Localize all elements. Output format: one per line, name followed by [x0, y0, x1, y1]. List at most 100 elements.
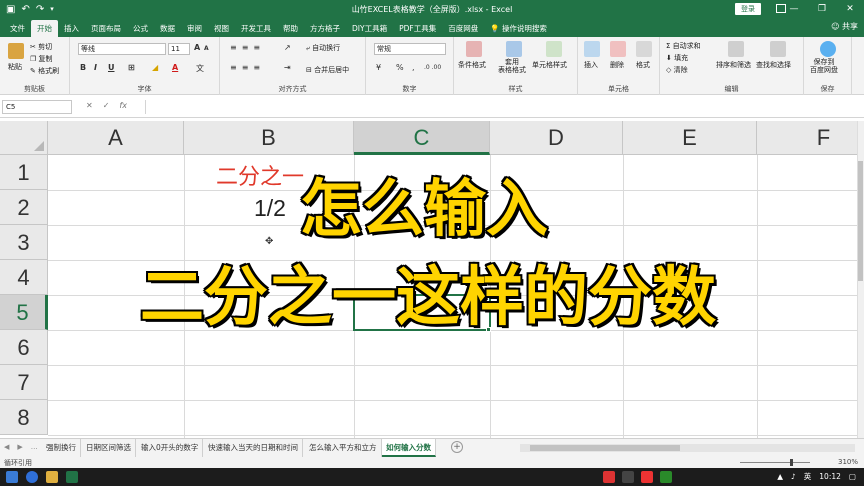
horizontal-scrollbar[interactable] [520, 444, 855, 452]
excel-taskbar-icon[interactable] [66, 471, 78, 483]
fill-button[interactable]: ⬇ 填充 [666, 53, 688, 63]
currency-icon[interactable]: ¥ [376, 63, 381, 72]
bold-button[interactable]: B [80, 63, 86, 72]
row-header-6[interactable]: 6 [0, 330, 48, 365]
border-icon[interactable]: ⊞ [128, 63, 135, 72]
phonetic-icon[interactable]: 文 [196, 63, 204, 74]
tray-app-icon[interactable] [660, 471, 672, 483]
horizontal-scroll-thumb[interactable] [530, 445, 680, 451]
autosum-button[interactable]: Σ 自动求和 [666, 41, 701, 51]
horizontal-align-icons[interactable]: ≡≡≡ [230, 63, 265, 72]
column-header-c[interactable]: C [354, 121, 490, 155]
font-color-button[interactable]: A [172, 63, 178, 72]
start-icon[interactable] [6, 471, 18, 483]
volume-icon[interactable]: ♪ [791, 472, 796, 481]
baidu-cloud-icon[interactable] [820, 41, 836, 57]
sheet-tab[interactable]: 强制换行 [42, 439, 81, 457]
clock[interactable]: 10:12 [819, 472, 841, 481]
copy-button[interactable]: ❐ 复制 [30, 54, 53, 64]
select-all-button[interactable] [0, 121, 48, 155]
paste-button[interactable]: 粘贴 [8, 62, 22, 72]
sheet-tab[interactable]: 日期区间筛选 [82, 439, 136, 457]
formula-input[interactable] [145, 100, 850, 114]
cell-b1[interactable]: 二分之一 [216, 159, 304, 191]
customize-qat-icon[interactable]: ▾ [50, 5, 54, 13]
sheet-tab[interactable]: 怎么输入平方和立方 [305, 439, 382, 457]
wrap-text-button[interactable]: ⤶ 自动换行 [306, 43, 340, 53]
add-sheet-button[interactable]: + [451, 441, 463, 453]
orientation-icon[interactable]: ↗ [284, 43, 291, 52]
more-sheets-icon[interactable]: … [31, 443, 38, 451]
conditional-format-button[interactable]: 条件格式 [458, 60, 486, 70]
comma-button[interactable]: , [412, 63, 415, 72]
tab-1[interactable]: 开始 [31, 20, 58, 37]
enter-icon[interactable]: ✓ [103, 101, 110, 110]
tab-8[interactable]: 开发工具 [235, 20, 277, 37]
row-header-2[interactable]: 2 [0, 190, 48, 225]
vertical-scrollbar[interactable] [857, 121, 864, 438]
insert-cells-button[interactable]: 插入 [584, 60, 598, 70]
delete-cells-button[interactable]: 删除 [610, 60, 624, 70]
column-header-e[interactable]: E [623, 121, 757, 155]
tab-9[interactable]: 帮助 [277, 20, 304, 37]
format-painter-button[interactable]: ✎ 格式刷 [30, 66, 59, 76]
fill-color-button[interactable]: ◢ [152, 63, 158, 72]
row-header-7[interactable]: 7 [0, 365, 48, 400]
merge-center-button[interactable]: ⊟ 合并后居中 [306, 65, 349, 75]
redo-icon[interactable]: ↷ [36, 4, 44, 15]
column-header-d[interactable]: D [490, 121, 623, 155]
restore-button[interactable]: ❐ [808, 0, 836, 18]
sort-filter-button[interactable]: 排序和筛选 [716, 60, 751, 70]
cut-button[interactable]: ✂ 剪切 [30, 42, 52, 52]
zoom-level[interactable]: 310% [838, 458, 858, 466]
zoom-slider[interactable] [740, 462, 810, 463]
format-cells-icon[interactable] [636, 41, 652, 57]
tray-app-icon[interactable] [641, 471, 653, 483]
conditional-format-icon[interactable] [466, 41, 482, 57]
clear-button[interactable]: ◇ 清除 [666, 65, 688, 75]
tray-app-icon[interactable] [622, 471, 634, 483]
folder-icon[interactable] [46, 471, 58, 483]
cancel-icon[interactable]: ✕ [86, 101, 93, 110]
notification-icon[interactable]: ▢ [849, 472, 856, 481]
font-name-select[interactable]: 等线 [78, 43, 166, 55]
column-header-f[interactable]: F [757, 121, 864, 155]
cell-styles-icon[interactable] [546, 41, 562, 57]
cell-styles-button[interactable]: 单元格样式 [532, 60, 567, 70]
indent-icon[interactable]: ⇥ [284, 63, 291, 72]
share-button[interactable]: ☺ 共享 [831, 21, 858, 32]
tab-4[interactable]: 公式 [127, 20, 154, 37]
save-to-baidu-button[interactable]: 保存到 百度网盘 [810, 58, 838, 74]
name-box[interactable]: C5 [2, 100, 72, 114]
shrink-font-button[interactable]: A [204, 45, 209, 52]
browser-icon[interactable] [26, 471, 38, 483]
delete-cells-icon[interactable] [610, 41, 626, 57]
sort-filter-icon[interactable] [728, 41, 744, 57]
font-size-select[interactable]: 11 [168, 43, 190, 55]
vertical-scroll-thumb[interactable] [858, 161, 863, 281]
row-header-8[interactable]: 8 [0, 400, 48, 435]
format-as-table-button[interactable]: 套用 表格格式 [498, 58, 526, 74]
tell-me-search[interactable]: 💡 操作说明搜索 [484, 20, 553, 37]
minimize-button[interactable]: — [780, 0, 808, 18]
sheet-tab[interactable]: 输入0开头的数字 [137, 439, 204, 457]
tab-2[interactable]: 插入 [58, 20, 85, 37]
tray-app-icon[interactable] [603, 471, 615, 483]
row-header-4[interactable]: 4 [0, 260, 48, 295]
format-cells-button[interactable]: 格式 [636, 60, 650, 70]
tab-6[interactable]: 审阅 [181, 20, 208, 37]
number-format-select[interactable]: 常规 [374, 43, 446, 55]
fx-icon[interactable]: fx [119, 101, 127, 110]
input-lang[interactable]: 英 [804, 471, 812, 482]
login-button[interactable]: 登录 [735, 3, 761, 15]
next-sheet-icon[interactable]: ▶ [17, 443, 22, 451]
undo-icon[interactable]: ↶ [21, 4, 29, 15]
italic-button[interactable]: I [94, 63, 97, 72]
row-header-5[interactable]: 5 [0, 295, 48, 330]
tab-5[interactable]: 数据 [154, 20, 181, 37]
close-button[interactable]: ✕ [836, 0, 864, 18]
sheet-tab[interactable]: 快速输入当天的日期和时间 [204, 439, 303, 457]
table-format-icon[interactable] [506, 41, 522, 57]
decimal-icons[interactable]: .0 .00 [424, 64, 441, 71]
zoom-slider-knob[interactable] [790, 459, 793, 466]
